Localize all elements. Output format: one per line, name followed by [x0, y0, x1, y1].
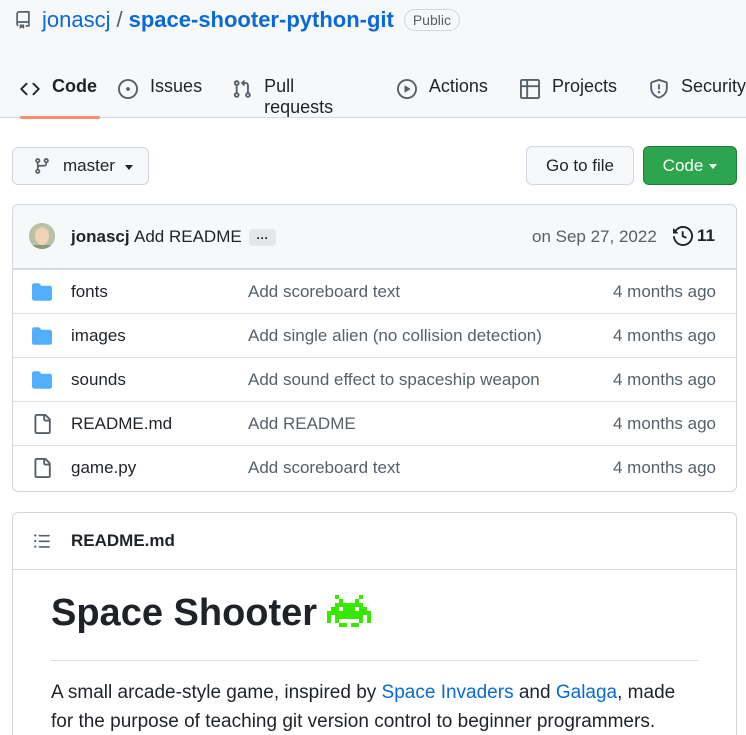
- file-row[interactable]: game.py Add scoreboard text 4 months ago: [13, 445, 736, 489]
- tab-security[interactable]: Security: [649, 62, 746, 118]
- branch-name: master: [63, 156, 115, 175]
- tab-pull-requests[interactable]: Pull requests: [232, 62, 365, 118]
- readme-panel: README.md Space Shooter A small arcade-s…: [12, 512, 737, 735]
- latest-commit-bar: jonascj Add README ··· on Sep 27, 2022 1…: [13, 205, 736, 269]
- readme-header: README.md: [13, 513, 736, 570]
- file-age: 4 months ago: [612, 282, 716, 301]
- file-row[interactable]: README.md Add README 4 months ago: [13, 401, 736, 445]
- branch-select-button[interactable]: master: [12, 147, 149, 185]
- chevron-down-icon: [709, 164, 718, 169]
- visibility-badge: Public: [403, 9, 460, 31]
- file-icon: [32, 414, 52, 434]
- space-invader-icon: [327, 591, 372, 635]
- table-icon: [519, 79, 540, 99]
- commit-history-link[interactable]: 11: [673, 226, 715, 246]
- path-separator: /: [116, 7, 123, 32]
- file-commit-message-link[interactable]: Add scoreboard text: [248, 282, 400, 302]
- tab-label: Issues: [150, 76, 203, 96]
- repo-owner-link[interactable]: jonascj: [42, 7, 110, 33]
- file-row[interactable]: fonts Add scoreboard text 4 months ago: [13, 269, 736, 313]
- file-age: 4 months ago: [612, 370, 716, 389]
- repo-nav-tabs: Code Issues Pull requests Actions Projec…: [0, 62, 746, 119]
- repo-header: jonascj / space-shooter-python-git Publi…: [0, 0, 746, 119]
- file-name-link[interactable]: sounds: [71, 370, 126, 390]
- tab-label: Security: [680, 76, 746, 96]
- code-icon: [20, 79, 40, 99]
- commit-count: 11: [697, 226, 715, 245]
- code-dropdown-button[interactable]: Code: [643, 146, 737, 185]
- file-commit-message-link[interactable]: Add scoreboard text: [248, 458, 400, 478]
- folder-icon: [32, 282, 52, 302]
- avatar[interactable]: [29, 223, 55, 249]
- readme-filename[interactable]: README.md: [71, 531, 175, 551]
- code-button-label: Code: [662, 155, 704, 175]
- paragraph-text: and: [513, 682, 556, 703]
- paragraph-text: A small arcade-style game, inspired by: [51, 682, 382, 703]
- go-to-file-button[interactable]: Go to file: [526, 146, 634, 185]
- file-age: 4 months ago: [612, 414, 716, 433]
- repo-title: jonascj / space-shooter-python-git Publi…: [14, 6, 460, 34]
- chevron-down-icon: [124, 164, 133, 170]
- file-list: jonascj Add README ··· on Sep 27, 2022 1…: [12, 204, 737, 492]
- file-name-link[interactable]: README.md: [71, 414, 172, 434]
- file-row[interactable]: images Add single alien (no collision de…: [13, 313, 736, 357]
- issue-opened-icon: [118, 79, 139, 99]
- repo-icon: [14, 11, 32, 29]
- commit-author-link[interactable]: jonascj: [71, 227, 130, 247]
- folder-icon: [32, 326, 52, 346]
- list-unordered-icon[interactable]: [33, 532, 51, 550]
- heading-divider: [51, 660, 698, 661]
- git-branch-icon: [33, 157, 51, 175]
- commit-date: on Sep 27, 2022: [532, 227, 657, 246]
- file-name-link[interactable]: game.py: [71, 458, 136, 478]
- tab-code[interactable]: Code: [20, 62, 101, 119]
- shield-icon: [649, 79, 669, 99]
- file-icon: [32, 458, 52, 478]
- play-icon: [396, 79, 417, 99]
- readme-heading: Space Shooter: [51, 591, 372, 635]
- folder-icon: [32, 370, 52, 390]
- history-icon: [673, 226, 693, 246]
- tab-issues[interactable]: Issues: [118, 62, 202, 118]
- file-commit-message-link[interactable]: Add single alien (no collision detection…: [248, 326, 542, 346]
- file-age: 4 months ago: [612, 458, 716, 477]
- tab-label: Projects: [551, 76, 617, 96]
- readme-heading-text: Space Shooter: [51, 591, 318, 634]
- git-pull-request-icon: [232, 79, 252, 99]
- tab-projects[interactable]: Projects: [519, 62, 617, 118]
- file-name-link[interactable]: fonts: [71, 282, 108, 302]
- file-age: 4 months ago: [612, 326, 716, 345]
- space-invaders-link[interactable]: Space Invaders: [382, 682, 514, 703]
- file-name-link[interactable]: images: [71, 326, 126, 346]
- tab-label: Pull requests: [264, 76, 334, 117]
- repo-name-link[interactable]: space-shooter-python-git: [129, 7, 394, 33]
- tab-actions[interactable]: Actions: [396, 62, 488, 118]
- readme-paragraph: A small arcade-style game, inspired by S…: [51, 678, 701, 735]
- file-commit-message-link[interactable]: Add README: [248, 414, 356, 434]
- file-commit-message-link[interactable]: Add sound effect to spaceship weapon: [248, 370, 540, 390]
- galaga-link[interactable]: Galaga: [556, 682, 617, 703]
- tab-label: Code: [52, 76, 97, 96]
- commit-details-toggle[interactable]: ···: [249, 229, 276, 246]
- tab-label: Actions: [428, 76, 488, 96]
- commit-message-link[interactable]: Add README: [134, 227, 242, 247]
- file-row[interactable]: sounds Add sound effect to spaceship wea…: [13, 357, 736, 401]
